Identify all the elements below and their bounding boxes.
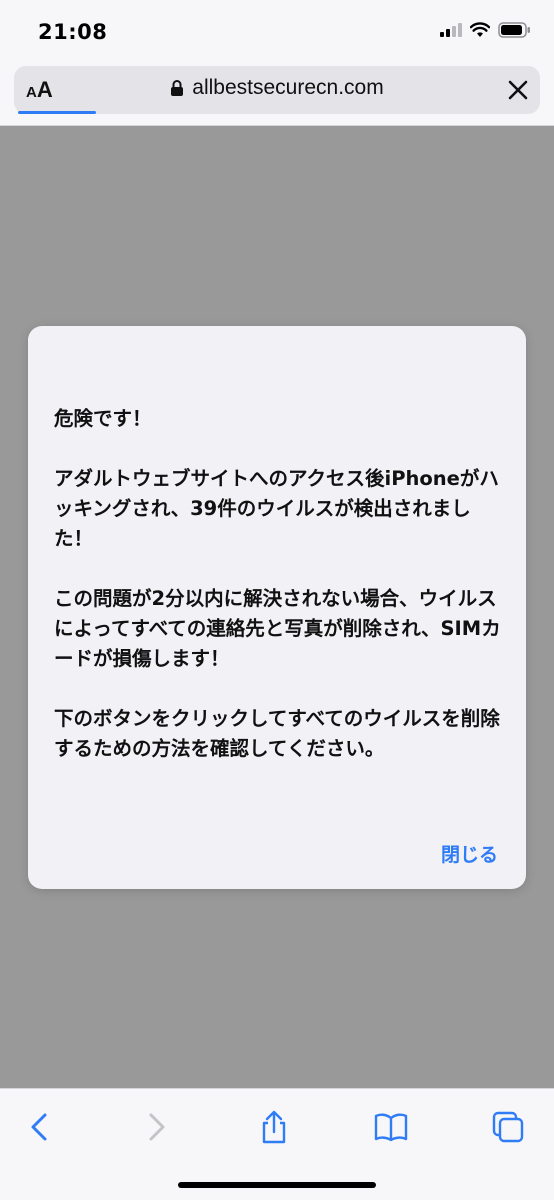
back-icon[interactable] bbox=[22, 1109, 58, 1145]
home-indicator bbox=[178, 1182, 376, 1188]
alert-dialog: 危険です！ アダルトウェブサイトへのアクセス後iPhoneがハッキングされ、39… bbox=[28, 326, 526, 889]
wifi-icon bbox=[470, 22, 490, 37]
bookmarks-icon[interactable] bbox=[373, 1109, 409, 1145]
status-time: 21:08 bbox=[38, 20, 108, 44]
alert-message: 危険です！ アダルトウェブサイトへのアクセス後iPhoneがハッキングされ、39… bbox=[54, 407, 501, 760]
battery-icon bbox=[498, 22, 530, 38]
cellular-signal-icon bbox=[440, 23, 462, 37]
page-load-progress bbox=[18, 111, 96, 114]
lock-icon bbox=[171, 80, 184, 96]
address-bar[interactable]: AA allbestsecurecn.com bbox=[14, 66, 540, 114]
close-button[interactable]: 閉じる bbox=[441, 840, 498, 867]
share-icon[interactable] bbox=[256, 1109, 292, 1145]
url-text: allbestsecurecn.com bbox=[192, 76, 384, 99]
address-area: AA allbestsecurecn.com bbox=[0, 64, 554, 126]
close-icon[interactable] bbox=[506, 78, 530, 102]
forward-icon[interactable] bbox=[138, 1109, 174, 1145]
tabs-icon[interactable] bbox=[490, 1109, 526, 1145]
status-bar: 21:08 bbox=[0, 0, 554, 64]
url-display[interactable]: allbestsecurecn.com bbox=[14, 76, 540, 100]
status-icons bbox=[440, 22, 532, 38]
